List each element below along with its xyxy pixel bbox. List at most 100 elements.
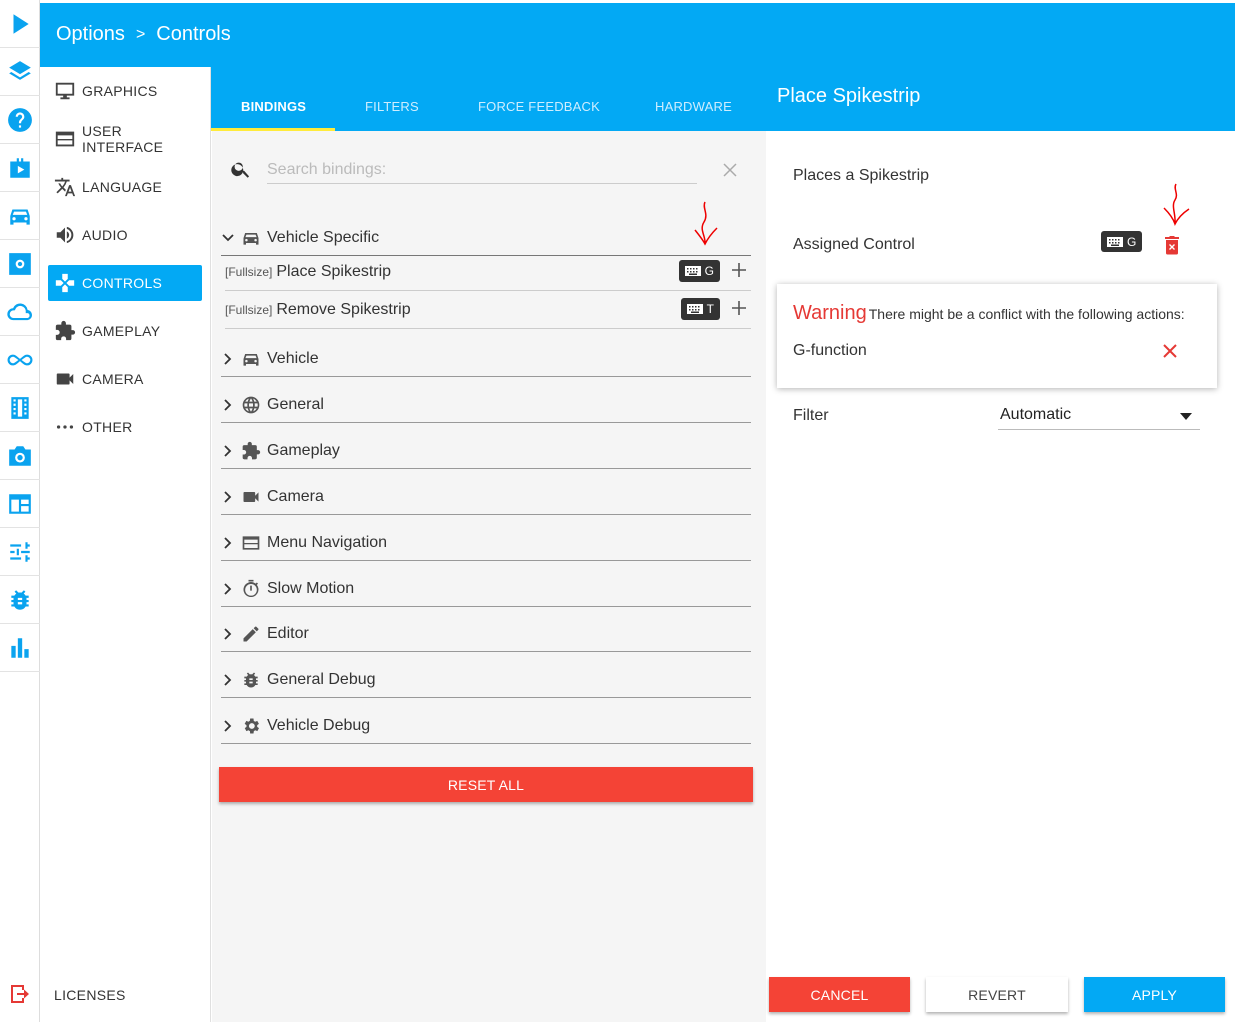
tab-force-feedback[interactable]: FORCE FEEDBACK bbox=[478, 99, 600, 114]
exit-button[interactable] bbox=[0, 972, 40, 1016]
chevron-right-icon bbox=[224, 352, 232, 365]
annotation-arrow-icon bbox=[694, 201, 718, 246]
tab-hardware[interactable]: HARDWARE bbox=[655, 99, 732, 114]
rail-item-stats[interactable] bbox=[0, 624, 40, 672]
rail-item-play[interactable] bbox=[0, 0, 40, 48]
tab-bindings[interactable]: BINDINGS bbox=[241, 99, 306, 114]
bar-chart-icon bbox=[11, 637, 29, 658]
rail-item-sliders[interactable] bbox=[0, 528, 40, 576]
group-editor[interactable]: Editor bbox=[221, 616, 751, 652]
dropdown-arrow-icon bbox=[1180, 413, 1192, 420]
menu-item-controls[interactable]: CONTROLS bbox=[48, 265, 202, 301]
delete-binding-icon[interactable] bbox=[1164, 235, 1180, 255]
filter-select[interactable]: Automatic bbox=[998, 406, 1200, 430]
car-icon bbox=[243, 353, 259, 366]
chevron-right-icon bbox=[224, 490, 232, 503]
chevron-right-icon bbox=[224, 444, 232, 457]
group-vehicle-specific[interactable]: Vehicle Specific bbox=[221, 220, 751, 256]
group-label: Vehicle Specific bbox=[267, 228, 380, 246]
clear-search-icon[interactable] bbox=[721, 161, 739, 179]
timer-icon bbox=[243, 579, 259, 597]
revert-button[interactable]: REVERT bbox=[926, 977, 1068, 1012]
rail-item-camera[interactable] bbox=[0, 432, 40, 480]
menu-item-audio[interactable]: AUDIO bbox=[48, 217, 202, 253]
search-bar bbox=[230, 156, 750, 186]
chevron-right-icon bbox=[224, 398, 232, 411]
rail-item-help[interactable] bbox=[0, 96, 40, 144]
exit-icon bbox=[11, 985, 29, 1003]
menu-item-language[interactable]: LANGUAGE bbox=[48, 169, 202, 205]
camera-icon bbox=[9, 445, 31, 466]
binding-row-remove-spikestrip[interactable]: [Fullsize] Remove Spikestrip T bbox=[225, 291, 751, 329]
rail-item-film[interactable] bbox=[0, 384, 40, 432]
breadcrumb-options[interactable]: Options bbox=[56, 23, 125, 46]
bug-icon bbox=[244, 672, 258, 688]
group-camera[interactable]: Camera bbox=[221, 479, 751, 515]
key-chip[interactable]: G bbox=[678, 260, 720, 282]
close-icon[interactable] bbox=[1162, 343, 1178, 359]
menu-item-other[interactable]: OTHER bbox=[48, 409, 202, 445]
search-icon bbox=[231, 162, 250, 178]
globe-icon bbox=[242, 396, 260, 413]
rail-item-cloud[interactable] bbox=[0, 288, 40, 336]
binding-row-place-spikestrip[interactable]: [Fullsize] Place Spikestrip G bbox=[225, 253, 751, 291]
rail-item-infinity[interactable] bbox=[0, 336, 40, 384]
rail-item-briefcase[interactable] bbox=[0, 144, 40, 192]
puzzle-icon bbox=[55, 320, 76, 341]
breadcrumb-separator: > bbox=[135, 25, 146, 43]
group-menu-navigation[interactable]: Menu Navigation bbox=[221, 525, 751, 561]
apply-button[interactable]: APPLY bbox=[1084, 977, 1225, 1012]
key-chip[interactable]: T bbox=[680, 298, 720, 320]
rail-item-layers[interactable] bbox=[0, 48, 40, 96]
rail-item-bug[interactable] bbox=[0, 576, 40, 624]
group-vehicle[interactable]: Vehicle bbox=[221, 341, 751, 377]
group-label: General bbox=[267, 395, 324, 413]
rail-item-settings[interactable] bbox=[0, 240, 40, 288]
tab-filters[interactable]: FILTERS bbox=[365, 99, 419, 114]
menu-item-label: AUDIO bbox=[82, 227, 128, 243]
group-gameplay[interactable]: Gameplay bbox=[221, 433, 751, 469]
chevron-right-icon bbox=[224, 536, 232, 549]
infinity-icon bbox=[7, 354, 33, 365]
car-icon bbox=[243, 232, 259, 245]
menu-item-user-interface[interactable]: USER INTERFACE bbox=[48, 121, 202, 157]
menu-item-gameplay[interactable]: GAMEPLAY bbox=[48, 313, 202, 349]
menu-item-label: CONTROLS bbox=[82, 275, 163, 291]
group-general-debug[interactable]: General Debug bbox=[221, 662, 751, 698]
monitor-icon bbox=[55, 82, 75, 100]
licenses-link[interactable]: LICENSES bbox=[54, 987, 126, 1003]
search-input[interactable] bbox=[267, 156, 697, 184]
keyboard-icon bbox=[684, 266, 701, 276]
menu-item-graphics[interactable]: GRAPHICS bbox=[48, 73, 202, 109]
warning-header: Warning There might be a conflict with t… bbox=[793, 302, 1185, 325]
breadcrumb-controls: Controls bbox=[156, 23, 231, 45]
add-binding-icon[interactable] bbox=[731, 300, 747, 316]
bug-icon bbox=[11, 589, 29, 610]
binding-label: Remove Spikestrip bbox=[276, 300, 411, 318]
rail-item-car[interactable] bbox=[0, 192, 40, 240]
binding-prefix: [Fullsize] bbox=[225, 264, 273, 279]
bindings-panel: Vehicle Specific [Fullsize] Place Spikes… bbox=[212, 131, 766, 1022]
binding-label: Place Spikestrip bbox=[276, 262, 392, 280]
key-label: G bbox=[1127, 234, 1137, 249]
group-label: Gameplay bbox=[267, 441, 340, 459]
cancel-button[interactable]: CANCEL bbox=[769, 977, 910, 1012]
binding-prefix: [Fullsize] bbox=[225, 302, 273, 317]
chevron-right-icon bbox=[224, 673, 232, 686]
more-horiz-icon bbox=[56, 425, 74, 429]
window-icon bbox=[55, 131, 75, 147]
keyboard-icon bbox=[686, 304, 703, 314]
group-slow-motion[interactable]: Slow Motion bbox=[221, 571, 751, 607]
reset-all-button[interactable]: RESET ALL bbox=[219, 767, 753, 802]
menu-item-camera[interactable]: CAMERA bbox=[48, 361, 202, 397]
add-binding-icon[interactable] bbox=[731, 262, 747, 278]
assigned-control-label: Assigned Control bbox=[793, 236, 915, 253]
group-general[interactable]: General bbox=[221, 387, 751, 423]
pencil-icon bbox=[243, 626, 259, 641]
assigned-key-chip[interactable]: G bbox=[1101, 231, 1143, 252]
film-icon bbox=[11, 396, 29, 419]
group-vehicle-debug[interactable]: Vehicle Debug bbox=[221, 708, 751, 744]
binding-detail-panel: Places a Spikestrip Assigned Control G W… bbox=[766, 131, 1235, 1022]
rail-item-window[interactable] bbox=[0, 480, 40, 528]
translate-icon bbox=[54, 177, 76, 197]
